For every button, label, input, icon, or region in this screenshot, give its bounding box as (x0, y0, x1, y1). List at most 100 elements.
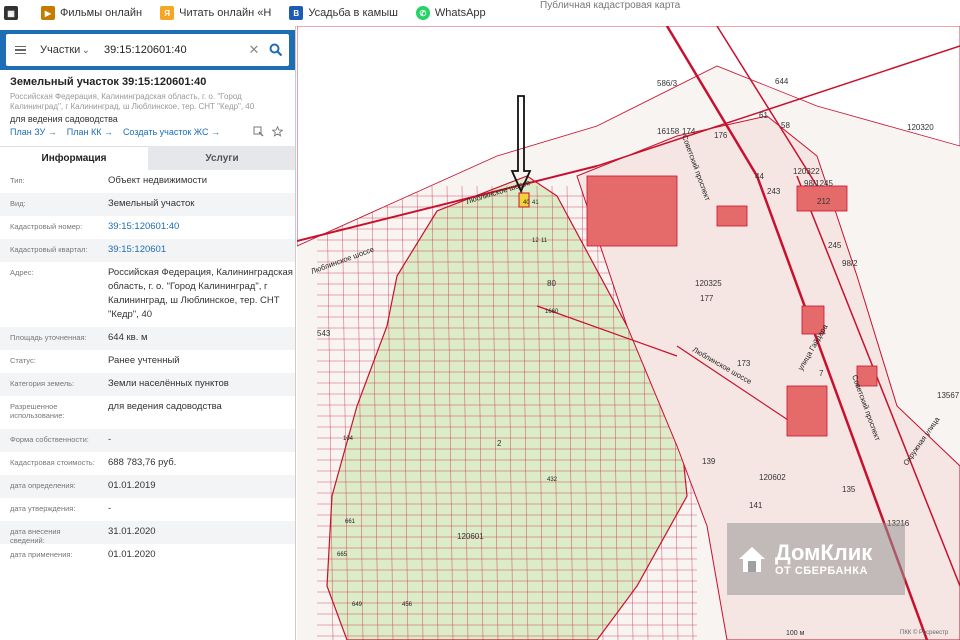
info-row: дата определения: 01.01.2019 (0, 475, 295, 498)
bookmark-4[interactable]: ✆ WhatsApp (415, 6, 486, 20)
map-label: 177 (700, 294, 714, 303)
map-copyright: ПКК © Росреестр (900, 630, 949, 636)
plan-kk-link[interactable]: План КК → (67, 127, 113, 137)
search-bar: Участки ⌄ ✕ (0, 30, 295, 70)
building (586, 175, 678, 247)
map-label: 98/1245 (804, 179, 833, 188)
whatsapp-icon: ✆ (415, 6, 430, 20)
film-icon: ▶ (41, 6, 55, 20)
info-row-label: дата определения: (10, 481, 76, 490)
info-row: Разрешенное использование: для ведения са… (0, 396, 295, 429)
star-icon[interactable] (272, 126, 283, 137)
map-label: 13567 (937, 391, 960, 400)
category-select-value: Участки (40, 44, 81, 56)
info-row-value: 31.01.2020 (108, 526, 156, 537)
map-label: 543 (317, 329, 331, 338)
info-row: Адрес: Российская Федерация, Калининградс… (0, 262, 295, 327)
map-label: 61 (759, 111, 768, 120)
map-label: 120322 (793, 167, 820, 176)
info-row-label: Площадь уточненная: (10, 333, 87, 342)
tab-services[interactable]: Услуги (148, 146, 295, 170)
watermark-sub: ОТ СБЕРБАНКА (775, 565, 868, 577)
info-row-value: Объект недвижимости (108, 175, 208, 186)
book-icon: Я (160, 6, 175, 20)
watermark: ДомКлик ОТ СБЕРБАНКА (727, 523, 905, 595)
plan-zu-link[interactable]: План ЗУ → (10, 127, 57, 137)
info-row: дата применения: 01.01.2020 (0, 544, 295, 567)
create-parcel-link[interactable]: Создать участок ЖС → (123, 127, 220, 137)
info-row-label: дата внесения сведений: (10, 527, 61, 545)
info-tabs: Информация Услуги (0, 146, 295, 170)
parcel-number: 456 (402, 602, 413, 608)
box-icon: ▦ (4, 6, 18, 20)
object-title: Земельный участок 39:15:120601:40 (10, 76, 207, 88)
map-scale: 100 м (786, 630, 805, 637)
info-row: Кадастровый квартал: 39:15:120601 (0, 239, 295, 262)
bookmark-2[interactable]: Я Читать онлайн «Н (160, 6, 271, 20)
info-row-label: Кадастровый квартал: (10, 245, 88, 254)
house-logo-icon (739, 547, 765, 572)
b-icon: B (289, 6, 304, 20)
info-row-label: Вид: (10, 199, 26, 208)
map-label: 173 (737, 359, 751, 368)
info-row-value: 644 кв. м (108, 332, 148, 343)
parcel-number: 11 (541, 238, 548, 244)
menu-icon[interactable] (6, 45, 34, 55)
bookmark-1[interactable]: ▶ Фильмы онлайн (41, 6, 142, 20)
info-panel: Участки ⌄ ✕ Земельный участок 39:15:1206… (0, 26, 296, 640)
map-label: 176 (714, 131, 728, 140)
page-title-partial: Публичная кадастровая карта (540, 0, 681, 11)
building (716, 205, 748, 227)
map-label: 139 (702, 457, 716, 466)
parcel-number: 1660 (545, 309, 559, 315)
info-row-label: дата применения: (10, 550, 73, 559)
map-label: 245 (828, 241, 842, 250)
parcel-number: 649 (352, 602, 363, 608)
map-label: 44 (755, 172, 764, 181)
clear-icon[interactable]: ✕ (245, 42, 263, 58)
bookmarks-bar: ▦ ▶ Фильмы онлайн Я Читать онлайн «Н B Усадьба… (0, 0, 960, 26)
parcel-number: 41 (532, 200, 539, 206)
map-label: 2 (497, 439, 502, 448)
category-select[interactable]: Участки ⌄ (34, 44, 96, 56)
search-button[interactable] (263, 43, 289, 57)
bookmark-3[interactable]: B Усадьба в камыш (289, 6, 398, 20)
info-row-value[interactable]: 39:15:120601:40 (97, 216, 295, 234)
info-row-label: Кадастровая стоимость: (10, 458, 95, 467)
object-usage: для ведения садоводства (10, 114, 118, 124)
watermark-brand: ДомКлик (775, 540, 873, 565)
info-row-label: Кадастровый номер: (10, 222, 83, 231)
map-label: 141 (749, 501, 763, 510)
object-address: Российская Федерация, Калининградская об… (10, 92, 255, 111)
bookmark-0[interactable]: ▦ (4, 6, 23, 20)
info-row: дата утверждения: - (0, 498, 295, 521)
info-row-value: Ранее учтенный (108, 355, 180, 366)
info-row-value[interactable]: 39:15:120601 (97, 239, 295, 257)
bookmark-label: WhatsApp (434, 7, 486, 19)
info-row-label: Статус: (10, 356, 36, 365)
bookmark-label: Читать онлайн «Н (179, 7, 272, 19)
map-label: 58 (781, 121, 790, 130)
map-label: 7 (819, 369, 824, 378)
info-row: Форма собственности: - (0, 429, 295, 452)
info-row-label: Адрес: (10, 268, 34, 277)
parcel-number: 432 (547, 477, 558, 483)
map-label: 644 (775, 77, 789, 86)
info-row: Кадастровый номер: 39:15:120601:40 (0, 216, 295, 239)
info-row-value: 01.01.2019 (108, 480, 156, 491)
map-label: 120325 (695, 279, 722, 288)
map-label: 243 (767, 187, 781, 196)
tab-info[interactable]: Информация (0, 146, 148, 170)
search-icon (269, 43, 283, 57)
info-row: Кадастровая стоимость: 688 783,76 руб. (0, 452, 295, 475)
info-row-value: 688 783,76 руб. (108, 457, 177, 468)
parcel-number: 665 (337, 552, 348, 558)
info-row: Тип: Объект недвижимости (0, 170, 295, 193)
parcel-number: 104 (343, 436, 354, 442)
info-row-value: Земельный участок (108, 198, 195, 209)
zoom-to-icon[interactable] (253, 126, 264, 137)
bookmark-label: Фильмы онлайн (60, 7, 143, 19)
search-input[interactable] (96, 44, 245, 56)
parcel-number: 661 (345, 519, 356, 525)
bookmark-label: Усадьба в камыш (308, 7, 398, 19)
